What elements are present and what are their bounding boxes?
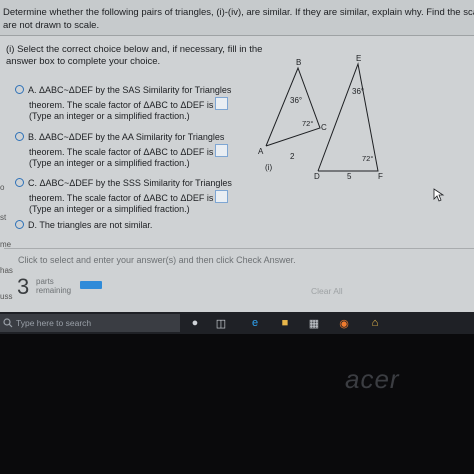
choice-c-hint: (Type an integer or a simplified fractio… — [29, 204, 190, 214]
task-view-icon[interactable]: ◫ — [214, 316, 228, 330]
acer-logo: acer — [345, 364, 400, 394]
angle-b: 36° — [290, 96, 302, 105]
triangle-abc — [265, 66, 321, 147]
side-df: 5 — [347, 172, 352, 181]
radio-b[interactable] — [15, 132, 24, 141]
file-explorer-icon[interactable]: ■ — [278, 316, 292, 330]
radio-d[interactable] — [15, 220, 24, 229]
choice-c-line2: theorem. The scale factor of ΔABC to ΔDE… — [29, 192, 214, 203]
parts-remaining-label: parts remaining — [36, 277, 71, 295]
choice-b-letter: B. — [28, 132, 37, 142]
question-prompt: Determine whether the following pairs of… — [0, 0, 474, 36]
choice-d-text: The triangles are not similar. — [39, 220, 153, 230]
parts-label-line1: parts — [36, 277, 54, 286]
progress-bar — [80, 281, 102, 289]
search-icon — [3, 318, 13, 328]
clear-all-button[interactable]: Clear All — [311, 286, 343, 296]
choice-a[interactable]: A. ΔABC~ΔDEF by the SAS Similarity for T… — [15, 85, 231, 123]
question-line-1: Determine whether the following pairs of… — [3, 7, 474, 18]
mic-icon[interactable]: ● — [188, 316, 202, 330]
choice-a-hint: (Type an integer or a simplified fractio… — [29, 111, 190, 121]
question-line-2: are not drawn to scale. — [3, 20, 100, 31]
answer-box-c[interactable] — [215, 189, 229, 203]
vertex-f: F — [378, 172, 383, 181]
angle-c: 72° — [302, 119, 313, 128]
choice-a-text: ΔABC~ΔDEF by the SAS Similarity for Tria… — [39, 85, 232, 95]
choice-c[interactable]: C. ΔABC~ΔDEF by the SSS Similarity for T… — [15, 178, 232, 216]
answer-box-b[interactable] — [215, 143, 229, 157]
windows-taskbar: Type here to search ● ◫ e ■ ▦ ◉ ⌂ — [0, 312, 474, 334]
search-placeholder: Type here to search — [16, 318, 92, 328]
choice-c-text: ΔABC~ΔDEF by the SSS Similarity for Tria… — [39, 178, 232, 188]
angle-f: 72° — [362, 154, 373, 163]
left-edge-5: uss — [0, 292, 13, 301]
choice-b[interactable]: B. ΔABC~ΔDEF by the AA Similarity for Tr… — [15, 132, 229, 170]
vertex-a: A — [258, 147, 264, 156]
left-edge-1: o — [0, 183, 5, 192]
choice-b-line2: theorem. The scale factor of ΔABC to ΔDE… — [29, 146, 214, 157]
part-instruction: (i) Select the correct choice below and,… — [6, 44, 266, 68]
choice-c-letter: C. — [28, 178, 37, 188]
instruction-line-1: (i) Select the correct choice below and,… — [6, 44, 263, 55]
parts-remaining-count: 3 — [17, 274, 30, 299]
vertex-d: D — [314, 172, 320, 181]
answer-box-a[interactable] — [215, 96, 229, 110]
home-icon[interactable]: ⌂ — [368, 316, 382, 330]
parts-label-line2: remaining — [36, 286, 72, 295]
choice-a-letter: A. — [28, 85, 37, 95]
radio-c[interactable] — [15, 178, 24, 187]
store-icon[interactable]: ▦ — [307, 316, 321, 330]
angle-e: 36° — [352, 87, 364, 96]
radio-a[interactable] — [15, 85, 24, 94]
footer-hint: Click to select and enter your answer(s)… — [18, 255, 296, 265]
choice-d[interactable]: D. The triangles are not similar. — [15, 220, 152, 232]
mouse-cursor-icon — [433, 188, 445, 202]
instruction-line-2: answer box to complete your choice. — [6, 56, 161, 67]
left-edge-4: has — [0, 266, 13, 275]
choice-b-text: ΔABC~ΔDEF by the AA Similarity for Trian… — [39, 132, 225, 142]
browser-screen: Determine whether the following pairs of… — [0, 0, 474, 312]
question-panel: (i) Select the correct choice below and,… — [3, 40, 474, 240]
divider — [4, 248, 474, 249]
edge-icon[interactable]: e — [248, 316, 262, 330]
choice-b-hint: (Type an integer or a simplified fractio… — [29, 158, 190, 168]
taskbar-search[interactable]: Type here to search — [0, 314, 180, 332]
figure-caption: (i) — [265, 163, 272, 172]
vertex-e: E — [356, 54, 361, 63]
firefox-icon[interactable]: ◉ — [337, 316, 351, 330]
choice-d-letter: D. — [28, 220, 37, 230]
triangles-figure: B 36° 72° C A 2 (i) E 36° 72° D 5 F — [258, 54, 383, 181]
choice-a-line2: theorem. The scale factor of ΔABC to ΔDE… — [29, 99, 214, 110]
vertex-c: C — [321, 123, 327, 132]
side-ac: 2 — [290, 152, 295, 161]
vertex-b: B — [296, 58, 301, 67]
left-edge-2: st — [0, 213, 7, 222]
